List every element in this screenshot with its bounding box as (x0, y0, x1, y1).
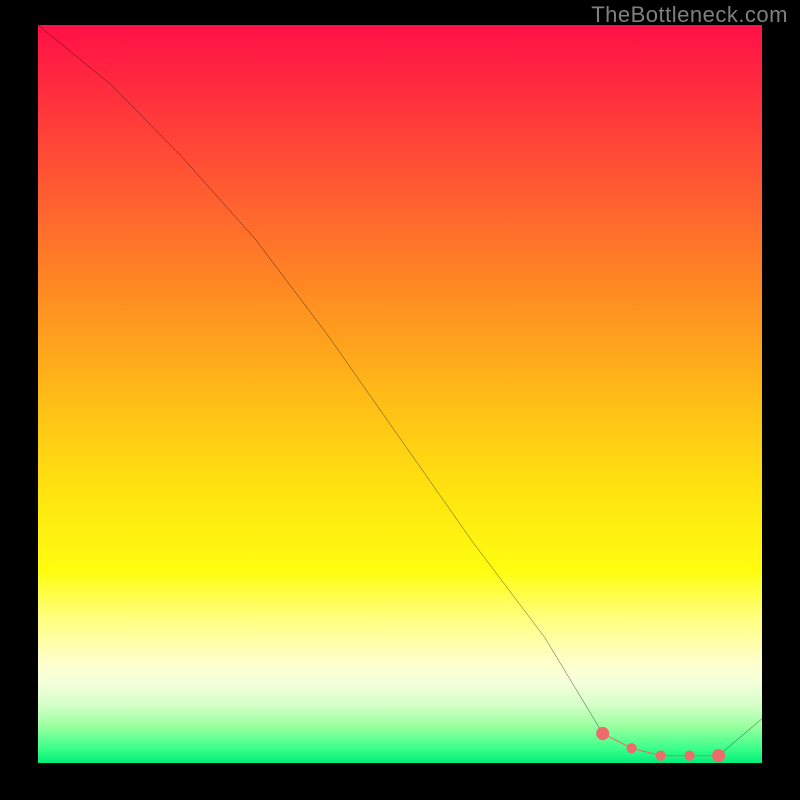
marker-dot (596, 727, 609, 740)
marker-dot (712, 749, 725, 762)
marker-dot (627, 743, 637, 753)
marker-dot (685, 750, 695, 760)
curve-line (38, 25, 762, 756)
plot-area (38, 25, 762, 763)
chart-frame: TheBottleneck.com (0, 0, 800, 800)
watermark-text: TheBottleneck.com (591, 2, 788, 28)
chart-svg (38, 25, 762, 763)
marker-dot (656, 750, 666, 760)
